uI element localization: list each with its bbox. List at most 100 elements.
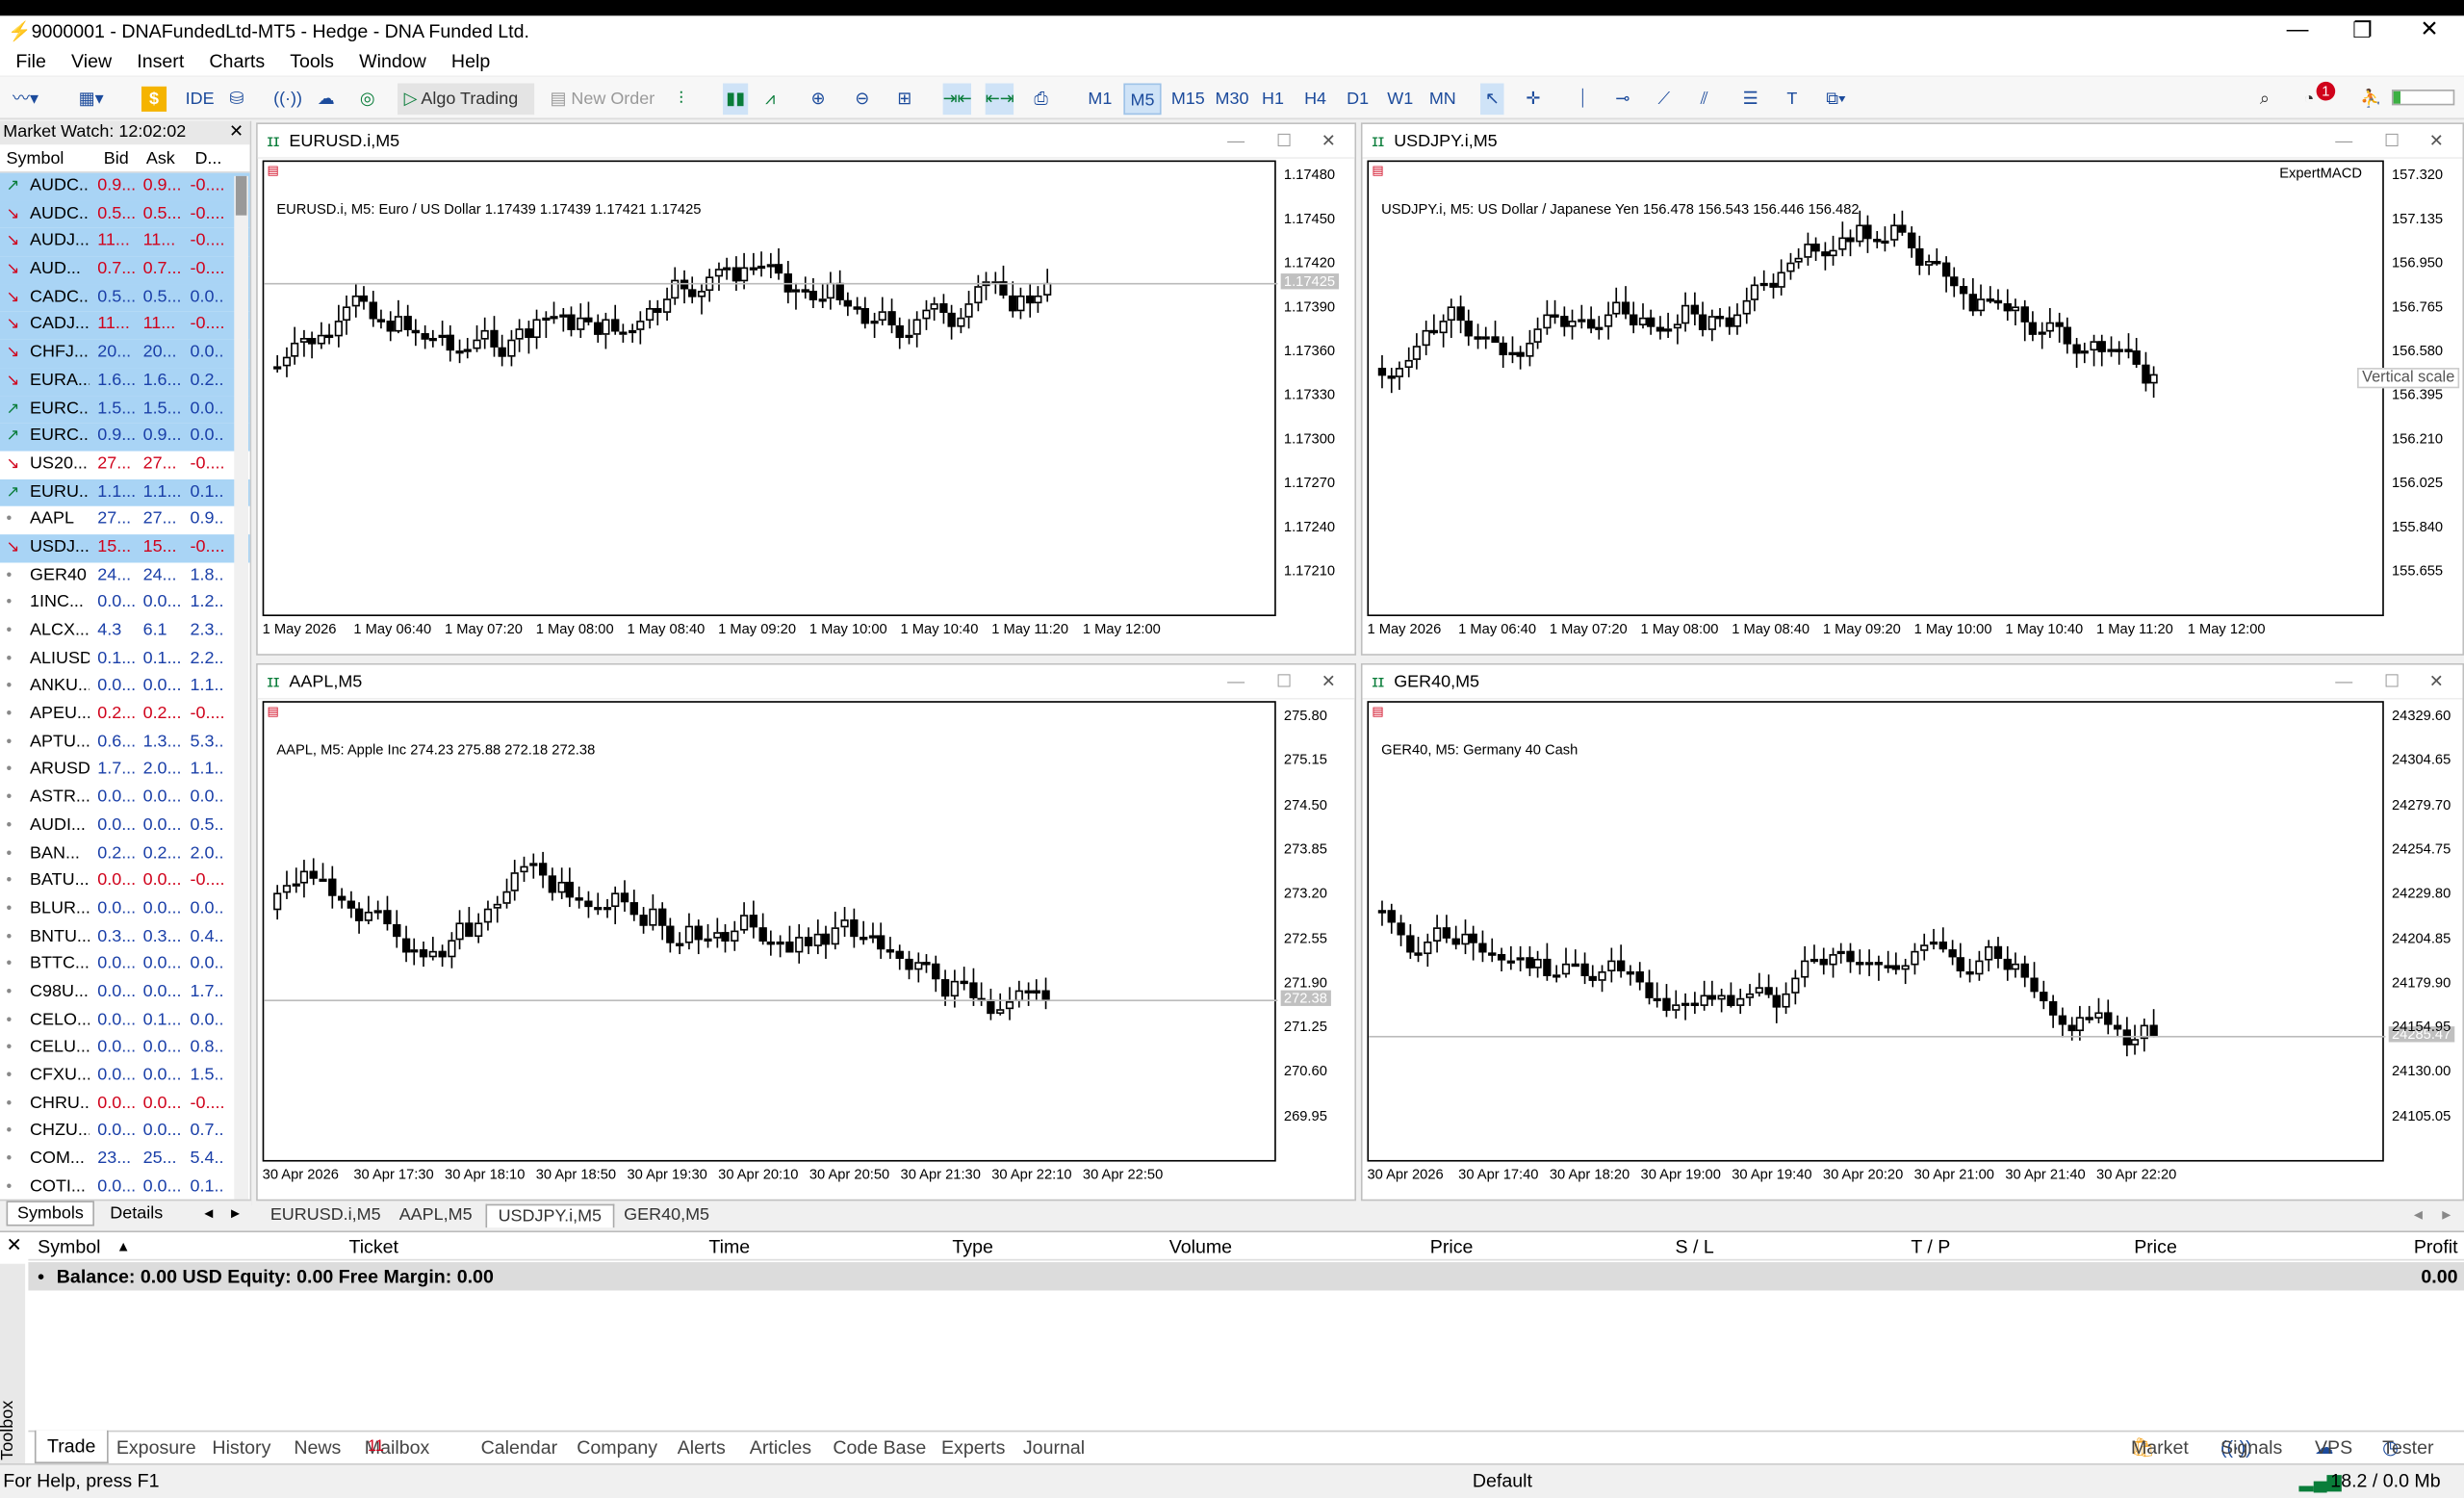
- market-watch-row[interactable]: • APEU... 0.2... 0.2... -0....: [0, 701, 250, 729]
- th-sl[interactable]: S / L: [1675, 1232, 1713, 1260]
- market-watch-row[interactable]: • GER40 24... 24... 1.8...: [0, 562, 250, 590]
- th-volume[interactable]: Volume: [1169, 1232, 1232, 1260]
- th-profit[interactable]: Profit: [2414, 1232, 2458, 1260]
- vertical-line-icon[interactable]: ⏐: [1578, 84, 1587, 116]
- chart-minimize-icon[interactable]: —: [1227, 124, 1245, 159]
- tab-journal[interactable]: Journal: [1023, 1432, 1085, 1463]
- market-watch-row[interactable]: • BTTC... 0.0... 0.0... 0.0...: [0, 951, 250, 979]
- th-type[interactable]: Type: [952, 1232, 992, 1260]
- chart-tab-usdjpy[interactable]: USDJPY.i,M5: [485, 1203, 615, 1228]
- chart-plot-area[interactable]: AAPL, M5: Apple Inc 274.23 275.88 272.18…: [262, 701, 1331, 1162]
- line-chart-menu-icon[interactable]: 〰▾: [13, 84, 38, 116]
- maximize-icon[interactable]: ❐: [2352, 17, 2373, 44]
- grid-icon[interactable]: ⊞: [897, 84, 911, 116]
- chart-type-menu-icon[interactable]: ▦▾: [79, 84, 104, 116]
- market-watch-row[interactable]: ↘ US20... 27... 27... -0....: [0, 451, 250, 478]
- th-tp[interactable]: T / P: [1911, 1232, 1950, 1260]
- market-watch-row[interactable]: • AAPL 27... 27... 0.9...: [0, 506, 250, 534]
- tab-symbols[interactable]: Symbols: [6, 1201, 95, 1227]
- menu-help[interactable]: Help: [439, 47, 502, 75]
- market-watch-row[interactable]: • BLUR... 0.0... 0.0... 0.0...: [0, 895, 250, 923]
- toolbox-close-icon[interactable]: ✕: [7, 1234, 22, 1256]
- dollar-icon[interactable]: $: [141, 86, 167, 112]
- market-watch-row[interactable]: ↗ EURC... 1.5... 1.5... 0.0...: [0, 395, 250, 424]
- notification-icon[interactable]: ◔: [2304, 84, 2315, 116]
- new-order-button[interactable]: ▤ New Order: [550, 84, 654, 116]
- market-watch-row[interactable]: • ALCX... 4.3 6.1 2.3...: [0, 618, 250, 646]
- chart-plot-area[interactable]: USDJPY.i, M5: US Dollar / Japanese Yen 1…: [1367, 160, 2384, 617]
- tab-alerts[interactable]: Alerts: [678, 1432, 726, 1463]
- horizontal-line-icon[interactable]: ⊸: [1615, 84, 1630, 116]
- autoscroll-icon[interactable]: ⇥⇤: [942, 83, 972, 116]
- tf-mn[interactable]: MN: [1424, 84, 1461, 116]
- algo-trading-button[interactable]: ▷ Algo Trading: [398, 83, 535, 116]
- chart-tab-ger40[interactable]: GER40,M5: [613, 1204, 721, 1227]
- tab-exposure[interactable]: Exposure: [116, 1432, 196, 1463]
- chart-window-eurusd[interactable]: ɪɪ EURUSD.i,M5 — ☐ ✕ EURUSD.i, M5: Euro / US …: [256, 122, 1357, 656]
- market-watch-row[interactable]: ↘ AUDC... 0.5... 0.5... -0....: [0, 200, 250, 229]
- market-watch-row[interactable]: ↘ CHFJ... 20... 20... 0.0...: [0, 339, 250, 368]
- market-watch-row[interactable]: ↘ EURA... 1.6... 1.6... 0.2...: [0, 367, 250, 396]
- market-watch-row[interactable]: ↘ AUDJ... 11... 11... -0....: [0, 228, 250, 257]
- tab-right-arrow-icon[interactable]: ▸: [231, 1202, 240, 1224]
- chart-plot-area[interactable]: GER40, M5: Germany 40 Cash ▤ 24285.47: [1367, 701, 2454, 1162]
- screenshot-icon[interactable]: ⎙: [1034, 84, 1047, 116]
- chart-maximize-icon[interactable]: ☐: [2384, 124, 2400, 159]
- cursor-icon[interactable]: ↖: [1480, 83, 1504, 116]
- tf-m15[interactable]: M15: [1166, 84, 1210, 116]
- ide-button[interactable]: IDE: [186, 84, 215, 116]
- tab-calendar[interactable]: Calendar: [481, 1432, 558, 1463]
- chart-window-usdjpy[interactable]: ɪɪ USDJPY.i,M5 — ☐ ✕ USDJPY.i, M5: US Dollar …: [1360, 122, 2464, 656]
- market-watch-row[interactable]: • ARUSD 1.7... 2.0... 1.1...: [0, 757, 250, 785]
- close-icon[interactable]: ✕: [2420, 15, 2438, 42]
- market-watch-row[interactable]: • CELU... 0.0... 0.0... 0.8...: [0, 1035, 250, 1063]
- market-watch-row[interactable]: • CFXU... 0.0... 0.0... 1.5...: [0, 1063, 250, 1091]
- tab-code-base[interactable]: Code Base: [833, 1432, 926, 1463]
- menu-window[interactable]: Window: [346, 47, 439, 75]
- market-watch-row[interactable]: • COM... 23... 25... 5.4...: [0, 1146, 250, 1174]
- market-watch-row[interactable]: ↘ CADC... 0.5... 0.5... 0.0...: [0, 284, 250, 312]
- chart-minimize-icon[interactable]: —: [2335, 124, 2352, 159]
- cloud-icon[interactable]: ☁: [318, 84, 335, 116]
- tf-w1[interactable]: W1: [1381, 84, 1419, 116]
- scroll-thumb[interactable]: [235, 175, 247, 216]
- tab-left-arrow-icon[interactable]: ◂: [204, 1202, 213, 1224]
- tf-m1[interactable]: M1: [1081, 84, 1118, 116]
- chart-plot-area[interactable]: EURUSD.i, M5: Euro / US Dollar 1.17439 1…: [262, 160, 1339, 617]
- tab-trade[interactable]: Trade: [34, 1430, 109, 1464]
- market-watch-row[interactable]: • ASTR... 0.0... 0.0... 0.0...: [0, 785, 250, 813]
- tab-company[interactable]: Company: [577, 1432, 657, 1463]
- market-watch-row[interactable]: • 1INC... 0.0... 0.0... 1.2...: [0, 590, 250, 618]
- expert-advisor-label[interactable]: ExpertMACD: [2279, 165, 2362, 180]
- channel-icon[interactable]: ⫽: [1701, 84, 1708, 116]
- chart-tabs-right-icon[interactable]: ▸: [2442, 1204, 2451, 1225]
- search-icon[interactable]: ⌕: [2260, 84, 2270, 116]
- market-watch-row[interactable]: ↗ AUDC... 0.9... 0.9... -0....: [0, 172, 250, 201]
- chart-close-icon[interactable]: ✕: [1322, 665, 1336, 700]
- market-watch-row[interactable]: • BATU... 0.0... 0.0... -0....: [0, 868, 250, 896]
- line-icon[interactable]: ⩘: [765, 84, 775, 116]
- globe-icon[interactable]: ◎: [360, 84, 375, 116]
- tf-h4[interactable]: H4: [1296, 84, 1334, 116]
- market-watch-row[interactable]: • BNTU... 0.3... 0.3... 0.4...: [0, 923, 250, 951]
- th-time[interactable]: Time: [708, 1232, 750, 1260]
- crosshair-icon[interactable]: ✛: [1526, 84, 1540, 116]
- zoom-out-icon[interactable]: ⊖: [855, 84, 869, 116]
- market-watch-row[interactable]: ↘ CADJ... 11... 11... -0....: [0, 311, 250, 340]
- tab-news[interactable]: News: [294, 1432, 341, 1463]
- chart-minimize-icon[interactable]: —: [1227, 665, 1245, 700]
- chart-shift-icon[interactable]: ⇤⇥: [985, 83, 1014, 116]
- text-icon[interactable]: T: [1786, 84, 1797, 116]
- market-watch-row[interactable]: ↘ AUD... 0.7... 0.7... -0....: [0, 256, 250, 285]
- tab-details[interactable]: Details: [110, 1204, 163, 1224]
- menu-tools[interactable]: Tools: [277, 47, 346, 75]
- chart-close-icon[interactable]: ✕: [1322, 124, 1336, 159]
- market-watch-close-icon[interactable]: ✕: [229, 121, 244, 144]
- market-watch-row[interactable]: ↗ EURU... 1.1... 1.1... 0.1...: [0, 478, 250, 507]
- chart-tab-aapl[interactable]: AAPL,M5: [388, 1204, 483, 1227]
- chart-window-ger40[interactable]: ɪɪ GER40,M5 — ☐ ✕ GER40, M5: Germany 40 Cash ▤…: [1360, 662, 2464, 1201]
- bar-chart-icon[interactable]: ⫶: [679, 84, 682, 116]
- market-watch-row[interactable]: • CHRU... 0.0... 0.0... -0....: [0, 1091, 250, 1119]
- tf-m30[interactable]: M30: [1210, 84, 1254, 116]
- chart-maximize-icon[interactable]: ☐: [1276, 124, 1292, 159]
